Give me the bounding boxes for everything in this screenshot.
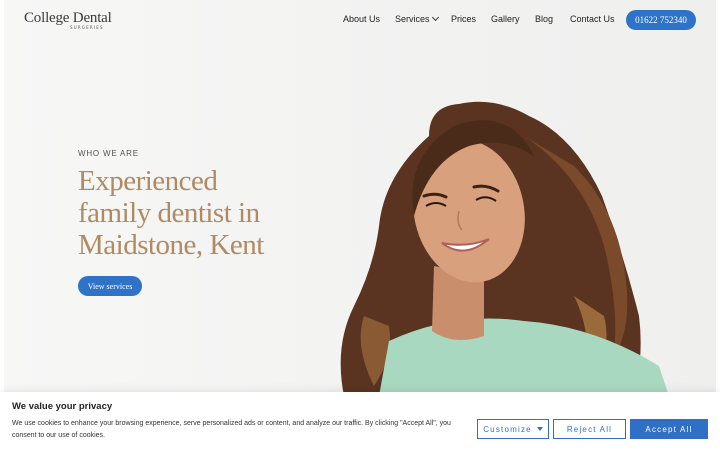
view-services-button[interactable]: View services (78, 276, 142, 296)
nav-contact-us[interactable]: Contact Us (570, 14, 615, 24)
main-nav: About Us Services Prices Gallery Blog Co… (4, 13, 716, 28)
headline-line: Maidstone, Kent (78, 229, 264, 261)
accept-all-button[interactable]: Accept All (630, 419, 708, 439)
customize-label: Customize (483, 424, 532, 434)
headline-line: Experienced (78, 165, 218, 197)
nav-blog[interactable]: Blog (535, 14, 553, 24)
nav-services-label: Services (395, 14, 430, 24)
caret-down-icon (536, 427, 543, 431)
hero-section: College Dental SURGERIES About Us Servic… (4, 0, 716, 450)
hero-headline: Experienced family dentist in Maidstone,… (78, 165, 338, 261)
hero-eyebrow: WHO WE ARE (78, 149, 139, 158)
headline-line: family dentist in (78, 197, 260, 229)
chevron-down-icon (431, 13, 439, 22)
nav-prices[interactable]: Prices (451, 14, 476, 24)
phone-button[interactable]: 01622 752340 (626, 10, 696, 30)
cookie-title: We value your privacy (12, 401, 113, 412)
nav-gallery[interactable]: Gallery (491, 14, 520, 24)
smiling-woman-photo (340, 101, 669, 396)
customize-button[interactable]: Customize (477, 419, 549, 439)
nav-about-us[interactable]: About Us (343, 14, 380, 24)
cookie-banner: We value your privacy We use cookies to … (0, 392, 720, 450)
nav-services[interactable]: Services (395, 13, 439, 24)
cookie-text: We use cookies to enhance your browsing … (12, 420, 451, 439)
reject-all-button[interactable]: Reject All (553, 419, 626, 439)
